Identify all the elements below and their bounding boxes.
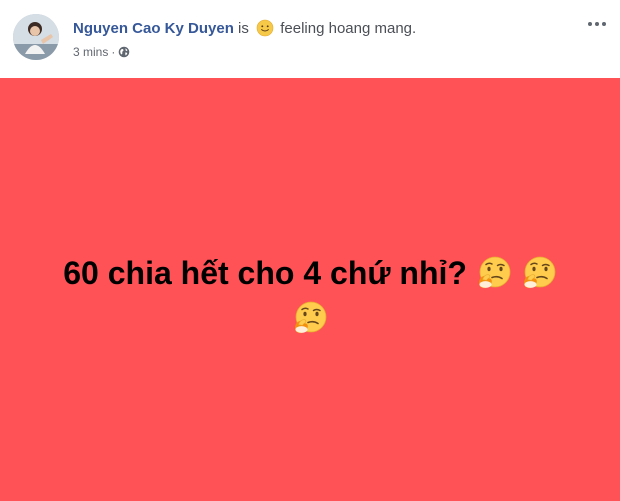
slightly-smiling-face-icon xyxy=(256,19,274,37)
meta-separator: · xyxy=(111,45,116,59)
thinking-face-icon xyxy=(478,256,511,289)
status-text: 60 chia hết cho 4 chứ nhỉ? xyxy=(63,255,467,291)
more-options-icon[interactable] xyxy=(586,16,608,32)
post-timestamp[interactable]: 3 mins xyxy=(73,45,108,59)
thinking-face-icon xyxy=(523,256,556,289)
colored-status-card: 60 chia hết cho 4 chứ nhỉ? xyxy=(0,78,620,501)
facebook-post: Nguyen Cao Ky Duyen is feeling hoang man… xyxy=(0,0,620,501)
options-dot xyxy=(595,22,599,26)
options-dot xyxy=(588,22,592,26)
thinking-face-icon xyxy=(295,301,327,334)
feeling-text: feeling hoang mang. xyxy=(280,20,417,37)
status-emoji-line xyxy=(0,300,620,345)
is-text: is xyxy=(238,20,249,37)
post-header: Nguyen Cao Ky Duyen is feeling hoang man… xyxy=(0,0,620,78)
status-message: 60 chia hết cho 4 chứ nhỉ? xyxy=(0,250,620,296)
globe-icon[interactable] xyxy=(118,46,130,58)
post-headline: Nguyen Cao Ky Duyen is feeling hoang man… xyxy=(73,19,416,38)
post-meta: 3 mins · xyxy=(73,44,130,60)
author-name-link[interactable]: Nguyen Cao Ky Duyen xyxy=(73,20,234,37)
options-dot xyxy=(602,22,606,26)
author-avatar[interactable] xyxy=(13,14,59,60)
